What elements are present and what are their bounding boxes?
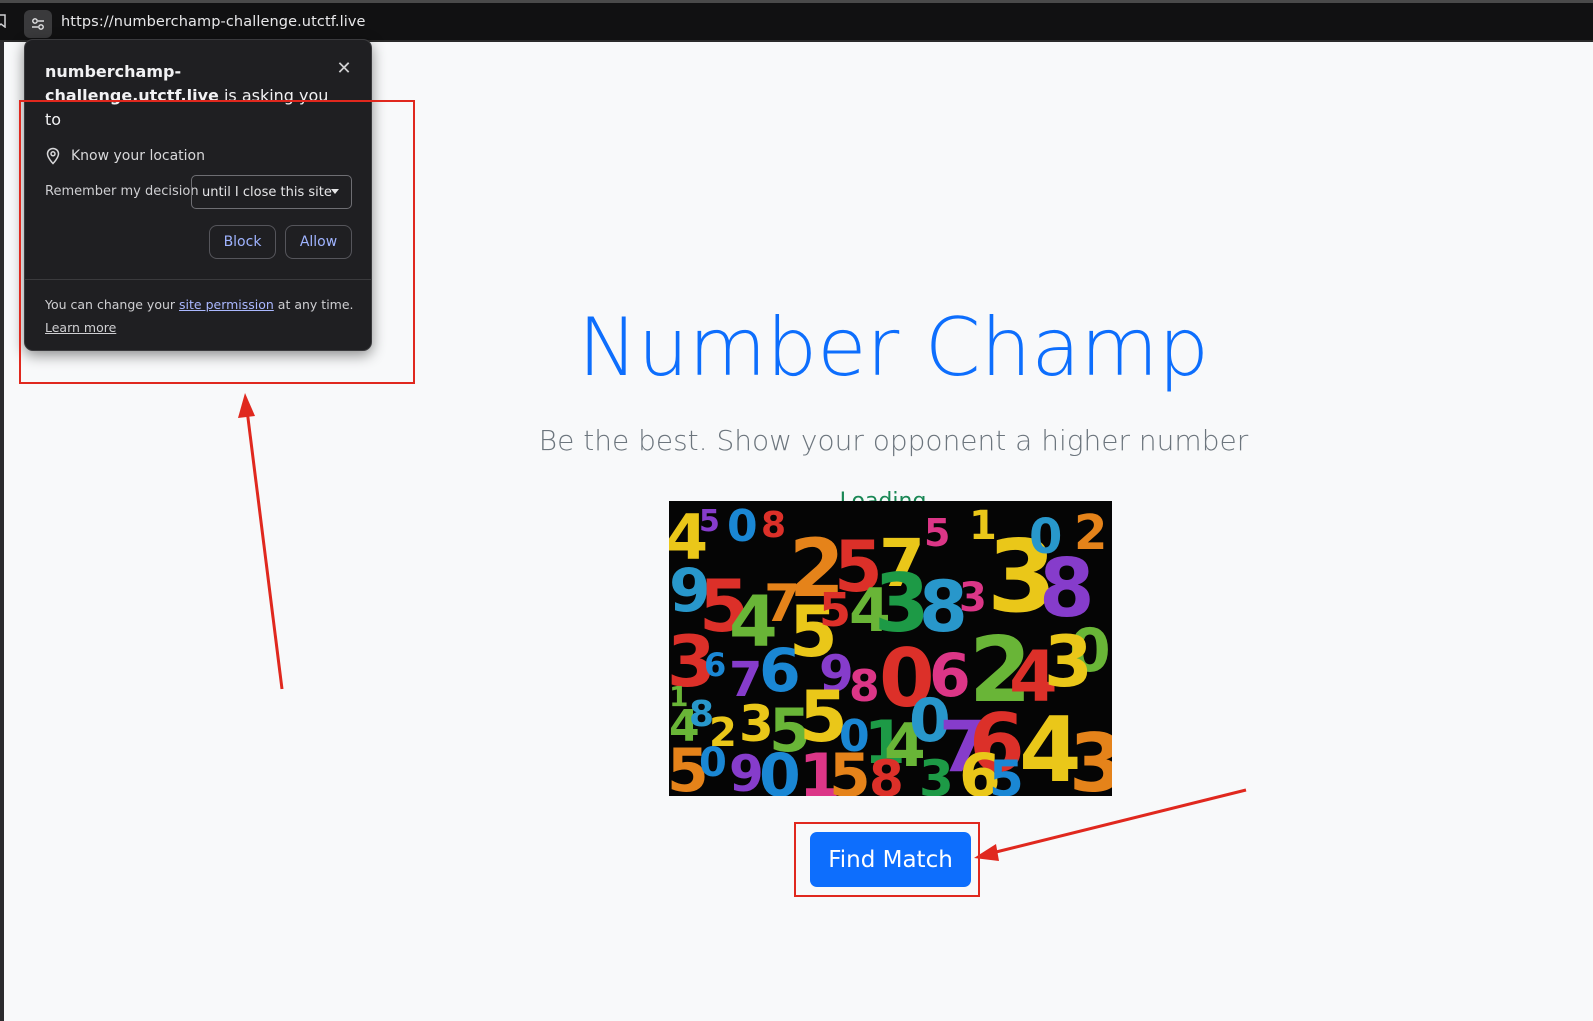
page-subtitle: Be the best. Show your opponent a higher… xyxy=(538,424,1249,457)
svg-text:0: 0 xyxy=(759,741,801,796)
annotation-box-popup xyxy=(19,100,415,384)
address-bar-url[interactable]: https://numberchamp-challenge.utctf.live xyxy=(61,14,366,30)
svg-text:3: 3 xyxy=(919,750,954,796)
permission-host: numberchamp-challenge.utctf.live xyxy=(45,62,219,105)
numbers-artwork: 4 5 0 8 2 5 7 5 1 3 0 2 9 5 4 7 5 5 4 3 … xyxy=(669,501,1112,796)
numbers-image: 4 5 0 8 2 5 7 5 1 3 0 2 9 5 4 7 5 5 4 3 … xyxy=(669,501,1112,796)
svg-text:3: 3 xyxy=(1069,717,1112,796)
svg-text:0: 0 xyxy=(699,740,727,786)
browser-toolbar: https://numberchamp-challenge.utctf.live xyxy=(0,0,1593,42)
tune-icon xyxy=(32,18,44,30)
site-info-button[interactable] xyxy=(24,10,52,38)
bookmark-icon[interactable] xyxy=(0,14,6,28)
svg-text:8: 8 xyxy=(869,750,904,796)
svg-text:5: 5 xyxy=(829,741,871,796)
svg-text:5: 5 xyxy=(699,504,720,539)
svg-text:5: 5 xyxy=(989,750,1024,796)
annotation-box-button xyxy=(794,822,980,897)
svg-text:3: 3 xyxy=(1044,621,1093,703)
svg-text:5: 5 xyxy=(924,511,950,555)
svg-text:3: 3 xyxy=(959,575,987,621)
svg-text:8: 8 xyxy=(849,661,880,712)
close-icon[interactable]: ✕ xyxy=(335,60,353,78)
svg-text:5: 5 xyxy=(819,583,851,637)
svg-text:6: 6 xyxy=(704,646,726,684)
svg-text:0: 0 xyxy=(727,501,758,552)
svg-text:8: 8 xyxy=(761,505,786,546)
